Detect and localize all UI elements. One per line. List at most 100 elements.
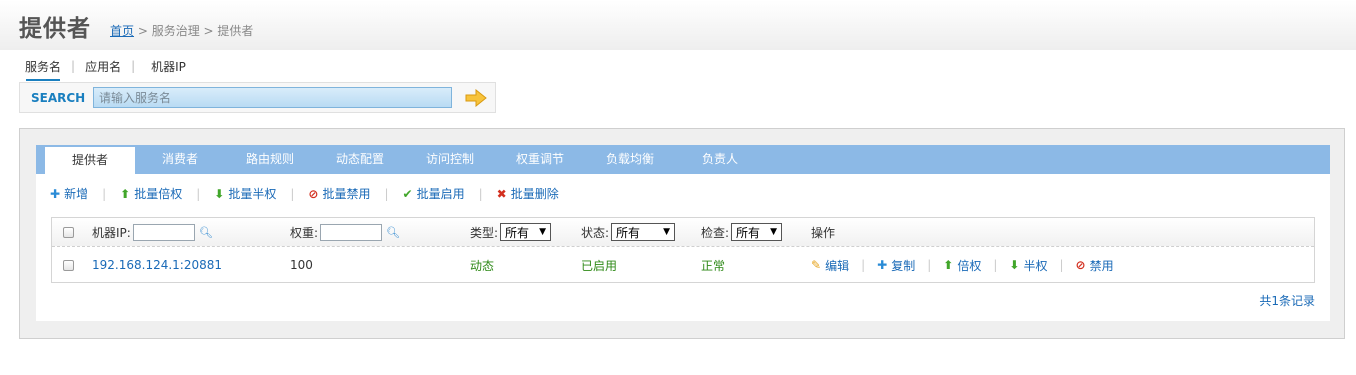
record-count: 共1条记录 [1259,294,1315,308]
pencil-icon: ✎ [811,258,822,272]
header-check-filter: 检查: 所有 ▼ [701,218,783,246]
header-ops: 操作 [811,225,836,240]
half-weight-button[interactable]: ⬇ 半权 [1009,257,1047,274]
search-box: SEARCH [19,82,496,113]
providers-table: 机器IP: 🔍︎ 权重: 🔍︎ 类型: 所有 ▼ 状态: 所有 ▼ 检查: 所有… [51,217,1315,283]
table-header-row: 机器IP: 🔍︎ 权重: 🔍︎ 类型: 所有 ▼ 状态: 所有 ▼ 检查: 所有… [52,218,1314,247]
tab-divider: | [131,59,136,73]
search-type-tabs: 服务名 | 应用名 | 机器IP [19,56,192,81]
batch-disable-button[interactable]: ⊘ 批量禁用 [308,185,370,202]
ops-divider: | [861,258,866,272]
tab-divider: | [71,59,76,73]
tab-load-balance[interactable]: 负载均衡 [585,145,675,174]
tab-access-control[interactable]: 访问控制 [405,145,495,174]
ops-divider: | [1059,258,1064,272]
header-weight-filter: 权重: 🔍︎ [290,218,400,246]
copy-button[interactable]: ✚ 复制 [877,257,915,274]
arrow-right-icon[interactable] [465,89,487,107]
disable-button[interactable]: ⊘ 禁用 [1076,257,1114,274]
header-status-label: 状态: [581,225,610,240]
dropdown-arrow-icon: ▼ [770,227,778,237]
arrow-up-icon: ⬆ [943,258,954,272]
tab-routes[interactable]: 路由规则 [225,145,315,174]
forbidden-icon: ⊘ [308,186,319,201]
arrow-up-icon: ⬆ [120,186,131,201]
search-tab-app-name[interactable]: 应用名 [79,58,127,75]
ops-divider: | [927,258,932,272]
toolbar-divider: | [196,186,201,201]
search-icon[interactable]: 🔍︎ [386,226,400,239]
batch-half-weight-button[interactable]: ⬇ 批量半权 [214,185,276,202]
provider-weight: 100 [290,258,313,272]
row-checkbox[interactable] [63,259,74,271]
disable-label: 禁用 [1089,258,1114,273]
ops-divider: | [993,258,998,272]
search-icon[interactable]: 🔍︎ [199,226,213,239]
batch-enable-label: 批量启用 [416,187,465,201]
plus-icon: ✚ [50,186,61,201]
breadcrumb-home-link[interactable]: 首页 [110,24,134,38]
breadcrumb-separator: > [199,24,218,38]
status-select-value: 所有 [616,225,641,240]
dropdown-arrow-icon: ▼ [539,227,547,237]
add-button[interactable]: ✚ 新增 [50,185,88,202]
search-input[interactable] [93,87,452,108]
provider-status: 已启用 [581,258,618,273]
double-weight-button[interactable]: ⬆ 倍权 [943,257,981,274]
batch-delete-button[interactable]: ✖ 批量删除 [497,185,559,202]
module-tabbar: 提供者 消费者 路由规则 动态配置 访问控制 权重调节 负载均衡 负责人 [36,145,1330,174]
check-icon: ✔ [402,186,413,201]
search-tab-service-name[interactable]: 服务名 [19,58,67,81]
double-weight-label: 倍权 [957,258,982,273]
provider-address-link[interactable]: 192.168.124.1:20881 [92,248,222,282]
plus-icon: ✚ [877,258,888,272]
toolbar-divider: | [478,186,483,201]
arrow-down-icon: ⬇ [1009,258,1020,272]
type-select[interactable]: 所有 ▼ [500,223,552,241]
status-select[interactable]: 所有 ▼ [611,223,676,241]
content-panel: 提供者 消费者 路由规则 动态配置 访问控制 权重调节 负载均衡 负责人 ✚ 新… [19,128,1345,339]
breadcrumb: 首页 > 服务治理 > 提供者 [110,22,253,39]
toolbar-divider: | [384,186,389,201]
batch-delete-label: 批量删除 [510,187,559,201]
row-select-cell [63,248,74,282]
batch-enable-button[interactable]: ✔ 批量启用 [403,185,465,202]
tab-dynamic-config[interactable]: 动态配置 [315,145,405,174]
tab-weight-adjust[interactable]: 权重调节 [495,145,585,174]
check-select[interactable]: 所有 ▼ [731,223,783,241]
header-bar: 提供者 首页 > 服务治理 > 提供者 [0,0,1356,50]
edit-button[interactable]: ✎ 编辑 [811,257,849,274]
breadcrumb-service-governance: 服务治理 [151,24,200,38]
x-icon: ✖ [496,186,507,201]
provider-check: 正常 [701,258,726,273]
breadcrumb-separator: > [134,24,152,38]
header-type-filter: 类型: 所有 ▼ [470,218,552,246]
batch-double-weight-button[interactable]: ⬆ 批量倍权 [120,185,182,202]
search-tab-machine-ip[interactable]: 机器IP [145,58,192,75]
weight-filter-input[interactable] [320,223,383,241]
batch-disable-label: 批量禁用 [322,187,371,201]
search-label: SEARCH [31,91,86,105]
select-all-checkbox[interactable] [63,226,74,238]
dropdown-arrow-icon: ▼ [663,227,671,237]
batch-actions-toolbar: ✚ 新增 | ⬆ 批量倍权 | ⬇ 批量半权 | ⊘ 批量禁用 | ✔ 批量启用 [50,185,559,202]
select-all-cell [63,218,74,246]
tab-consumers[interactable]: 消费者 [135,145,225,174]
ip-filter-input[interactable] [132,223,195,241]
header-ip-filter: 机器IP: 🔍︎ [92,218,213,246]
tab-providers[interactable]: 提供者 [45,147,135,174]
type-select-value: 所有 [505,225,530,240]
copy-label: 复制 [891,258,916,273]
forbidden-icon: ⊘ [1075,258,1086,272]
header-weight-label: 权重: [290,225,319,240]
header-type-label: 类型: [470,225,499,240]
arrow-down-icon: ⬇ [214,186,225,201]
page-title: 提供者 [19,16,91,42]
header-ip-label: 机器IP: [92,225,131,240]
add-button-label: 新增 [64,187,89,201]
batch-double-weight-label: 批量倍权 [134,187,183,201]
tab-owner[interactable]: 负责人 [675,145,765,174]
toolbar-divider: | [102,186,107,201]
content-panel-inner: 提供者 消费者 路由规则 动态配置 访问控制 权重调节 负载均衡 负责人 ✚ 新… [36,145,1330,321]
table-row: 192.168.124.1:20881 100 动态 已启用 正常 ✎ 编辑 |… [52,248,1314,282]
